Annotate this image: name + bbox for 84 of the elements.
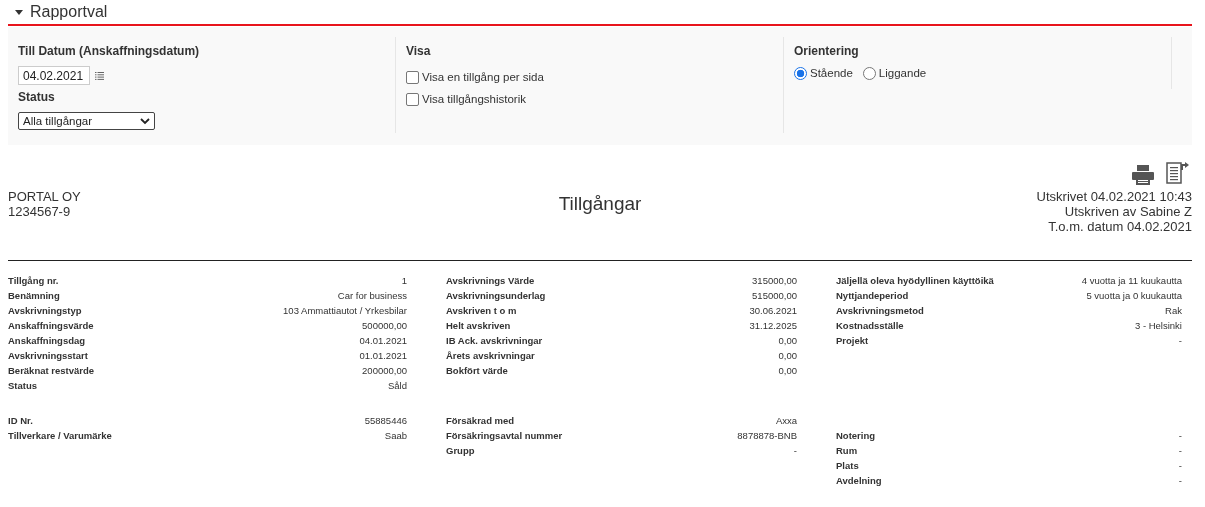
field-label: Avskrivningsstart xyxy=(8,350,88,361)
field-value: 55885446 xyxy=(364,415,407,426)
field-label: Rum xyxy=(836,445,858,456)
checkbox[interactable] xyxy=(406,92,419,106)
field-value: - xyxy=(1178,460,1182,471)
field-value: - xyxy=(793,445,797,456)
radio-button[interactable] xyxy=(862,66,876,80)
field-label: Jäljellä oleva hyödyllinen käyttöikä xyxy=(836,275,994,286)
field-label: Avskrivningsunderlag xyxy=(446,290,546,301)
field-value: 5 vuotta ja 0 kuukautta xyxy=(1086,290,1182,301)
field-label: Projekt xyxy=(836,335,869,346)
field-label: Anskaffningsvärde xyxy=(8,320,94,331)
field-label: Grupp xyxy=(446,445,475,456)
radio-label[interactable]: Liggande xyxy=(878,67,927,79)
field-label: Avskrivningstyp xyxy=(8,305,82,316)
field-label: Avskriven t o m xyxy=(446,305,517,316)
field-value: 0,00 xyxy=(778,350,797,361)
caret-icon[interactable] xyxy=(15,9,23,15)
field-value: - xyxy=(1178,430,1182,441)
field-value: 515000,00 xyxy=(752,290,797,301)
export-document-icon[interactable] xyxy=(1166,161,1190,185)
date-label: Till Datum (Anskaffningsdatum) xyxy=(18,44,201,58)
field-label: Avskrivnings Värde xyxy=(446,275,535,286)
company-name: PORTAL OY xyxy=(8,189,82,204)
status-dropdown[interactable]: Alla tillgångar xyxy=(18,112,155,130)
status-label: Status xyxy=(18,90,56,104)
field-label: IB Ack. avskrivningar xyxy=(446,335,543,346)
field-value: - xyxy=(1178,335,1182,346)
report-title: Tillgångar xyxy=(558,193,642,215)
field-value: 500000,00 xyxy=(362,320,407,331)
radio-button[interactable] xyxy=(794,66,807,80)
field-label: Kostnadsställe xyxy=(836,320,904,331)
field-label: ID Nr. xyxy=(8,415,33,426)
company-id: 1234567-9 xyxy=(8,204,72,219)
field-label: Försäkringsavtal nummer xyxy=(446,430,563,441)
orientation-label: Orientering xyxy=(794,44,860,58)
field-value: Rak xyxy=(1165,305,1182,316)
field-value: 200000,00 xyxy=(362,365,407,376)
field-value: - xyxy=(1178,475,1182,486)
chevron-icon xyxy=(140,117,150,125)
field-label: Notering xyxy=(836,430,876,441)
field-value: - xyxy=(1178,445,1182,456)
printer-icon[interactable] xyxy=(1132,165,1154,185)
field-value: 31.12.2025 xyxy=(749,320,797,331)
field-value: 04.01.2021 xyxy=(359,335,407,346)
checkbox-label[interactable]: Visa en tillgång per sida xyxy=(422,71,544,83)
field-value: 4 vuotta ja 11 kuukautta xyxy=(1081,275,1182,286)
report-meta: Utskrivet 04.02.2021 10:43 xyxy=(1035,189,1192,204)
field-label: Beräknat restvärde xyxy=(8,365,95,376)
show-label: Visa xyxy=(406,44,432,58)
field-label: Tillverkare / Varumärke xyxy=(8,430,112,441)
field-value: 0,00 xyxy=(778,365,797,376)
field-value: 1 xyxy=(401,275,407,286)
list-icon[interactable] xyxy=(95,71,104,80)
field-label: Benämning xyxy=(8,290,60,301)
field-label: Avskrivningsmetod xyxy=(836,305,924,316)
field-value: 30.06.2021 xyxy=(749,305,797,316)
field-value: Axxa xyxy=(775,415,797,426)
report-meta: Utskriven av Sabine Z xyxy=(1063,204,1192,219)
field-label: Status xyxy=(8,380,38,391)
field-value: Car for business xyxy=(337,290,407,301)
date-field[interactable]: 04.02.2021 xyxy=(18,66,90,85)
field-value: Såld xyxy=(388,380,407,391)
field-label: Försäkrad med xyxy=(446,415,515,426)
field-label: Bokfört värde xyxy=(446,365,508,376)
field-label: Avdelning xyxy=(836,475,882,486)
field-label: Årets avskrivningar xyxy=(446,350,535,361)
checkbox[interactable] xyxy=(406,70,419,84)
field-label: Plats xyxy=(836,460,859,471)
field-value: 3 - Helsinki xyxy=(1135,320,1182,331)
field-value: 103 Ammattiautot / Yrkesbilar xyxy=(283,305,407,316)
field-value: 0,00 xyxy=(778,335,797,346)
checkbox-label[interactable]: Visa tillgångshistorik xyxy=(422,93,526,105)
report-meta: T.o.m. datum 04.02.2021 xyxy=(1047,219,1192,234)
field-label: Nyttjandeperiod xyxy=(836,290,909,301)
field-label: Helt avskriven xyxy=(446,320,511,331)
field-label: Anskaffningsdag xyxy=(8,335,86,346)
section-title: Rapportval xyxy=(30,3,108,21)
field-value: 8878878-BNB xyxy=(737,430,797,441)
field-value: Saab xyxy=(384,430,407,441)
radio-label[interactable]: Stående xyxy=(810,67,853,79)
field-value: 01.01.2021 xyxy=(359,350,407,361)
field-value: 315000,00 xyxy=(752,275,797,286)
field-label: Tillgång nr. xyxy=(8,275,59,286)
